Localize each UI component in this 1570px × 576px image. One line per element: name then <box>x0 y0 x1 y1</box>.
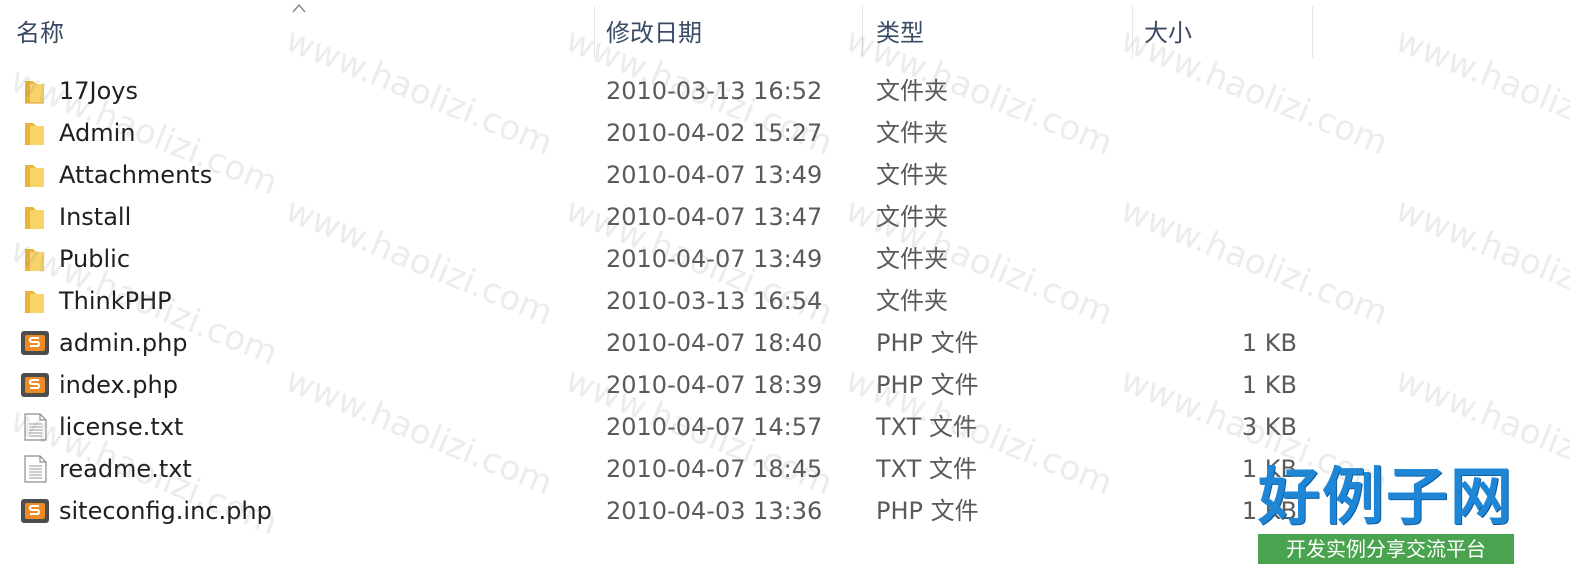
file-name: Attachments <box>59 161 213 189</box>
column-divider[interactable] <box>1312 6 1313 58</box>
file-row-public[interactable]: Public 2010-04-07 13:49 文件夹 <box>0 238 1330 280</box>
file-type: 文件夹 <box>876 119 948 147</box>
file-modified: 2010-04-07 13:49 <box>606 245 823 273</box>
file-type: 文件夹 <box>876 161 948 189</box>
file-type: PHP 文件 <box>876 497 979 525</box>
file-type: 文件夹 <box>876 245 948 273</box>
file-type: 文件夹 <box>876 203 948 231</box>
file-modified: 2010-04-03 13:36 <box>606 497 823 525</box>
watermark-text: www.haolizi.com <box>1390 190 1570 334</box>
file-size: 3 KB <box>1241 413 1297 441</box>
file-name: Install <box>59 203 132 231</box>
file-modified: 2010-04-02 15:27 <box>606 119 823 147</box>
file-modified: 2010-04-07 14:57 <box>606 413 823 441</box>
site-logo: 好例子网 开发实例分享交流平台 <box>1258 462 1514 566</box>
file-modified: 2010-04-07 18:40 <box>606 329 823 357</box>
file-row-install[interactable]: Install 2010-04-07 13:47 文件夹 <box>0 196 1330 238</box>
file-name: readme.txt <box>59 455 192 483</box>
php-file-icon <box>21 331 49 355</box>
file-row-admin[interactable]: Admin 2010-04-02 15:27 文件夹 <box>0 112 1330 154</box>
file-modified: 2010-03-13 16:52 <box>606 77 823 105</box>
logo-subtitle: 开发实例分享交流平台 <box>1258 534 1514 564</box>
folder-icon <box>25 207 44 229</box>
text-file-icon <box>24 413 47 441</box>
file-type: TXT 文件 <box>876 413 977 441</box>
php-file-icon <box>21 373 49 397</box>
column-header-modified[interactable]: 修改日期 <box>606 16 702 50</box>
column-header-size[interactable]: 大小 <box>1144 16 1192 50</box>
column-header-name[interactable]: 名称 <box>16 16 64 50</box>
file-name: 17Joys <box>59 77 139 105</box>
column-divider[interactable] <box>1132 6 1133 58</box>
php-file-icon <box>21 499 49 523</box>
file-name: siteconfig.inc.php <box>59 497 272 525</box>
file-name: Admin <box>59 119 136 147</box>
logo-title: 好例子网 <box>1258 460 1515 533</box>
file-modified: 2010-03-13 16:54 <box>606 287 823 315</box>
file-row-thinkphp[interactable]: ThinkPHP 2010-03-13 16:54 文件夹 <box>0 280 1330 322</box>
file-modified: 2010-04-07 18:39 <box>606 371 823 399</box>
folder-icon <box>25 81 44 104</box>
file-type: 文件夹 <box>876 287 948 315</box>
file-type: PHP 文件 <box>876 329 979 357</box>
file-size: 1 KB <box>1241 371 1297 399</box>
file-type: TXT 文件 <box>876 455 977 483</box>
folder-icon <box>25 291 44 313</box>
file-modified: 2010-04-07 18:45 <box>606 455 823 483</box>
file-name: license.txt <box>59 413 184 441</box>
file-name: index.php <box>59 371 178 399</box>
file-row-admin-php[interactable]: admin.php 2010-04-07 18:40 PHP 文件 1 KB <box>0 322 1330 364</box>
folder-icon <box>25 249 44 271</box>
folder-icon <box>25 165 44 187</box>
file-row-index-php[interactable]: index.php 2010-04-07 18:39 PHP 文件 1 KB <box>0 364 1330 406</box>
column-divider[interactable] <box>594 6 595 58</box>
column-divider[interactable] <box>862 6 863 58</box>
file-type: PHP 文件 <box>876 371 979 399</box>
file-name: Public <box>59 245 131 273</box>
file-name: admin.php <box>59 329 188 357</box>
file-row-attachments[interactable]: Attachments 2010-04-07 13:49 文件夹 <box>0 154 1330 196</box>
file-row-license-txt[interactable]: license.txt 2010-04-07 14:57 TXT 文件 3 KB <box>0 406 1330 448</box>
file-size: 1 KB <box>1241 329 1297 357</box>
file-modified: 2010-04-07 13:49 <box>606 161 823 189</box>
file-row-readme-txt[interactable]: readme.txt 2010-04-07 18:45 TXT 文件 1 KB <box>0 448 1330 490</box>
column-header-bar: 名称 修改日期 类型 大小 <box>0 0 1570 64</box>
text-file-icon <box>24 455 47 483</box>
file-type: 文件夹 <box>876 77 948 105</box>
file-name: ThinkPHP <box>59 287 172 315</box>
file-row-17joys[interactable]: 17Joys 2010-03-13 16:52 文件夹 <box>0 70 1330 112</box>
column-header-type[interactable]: 类型 <box>876 16 924 50</box>
file-row-siteconfig-inc-php[interactable]: siteconfig.inc.php 2010-04-03 13:36 PHP … <box>0 490 1330 532</box>
sort-ascending-icon[interactable] <box>290 2 308 14</box>
folder-icon <box>25 123 44 145</box>
file-modified: 2010-04-07 13:47 <box>606 203 823 231</box>
